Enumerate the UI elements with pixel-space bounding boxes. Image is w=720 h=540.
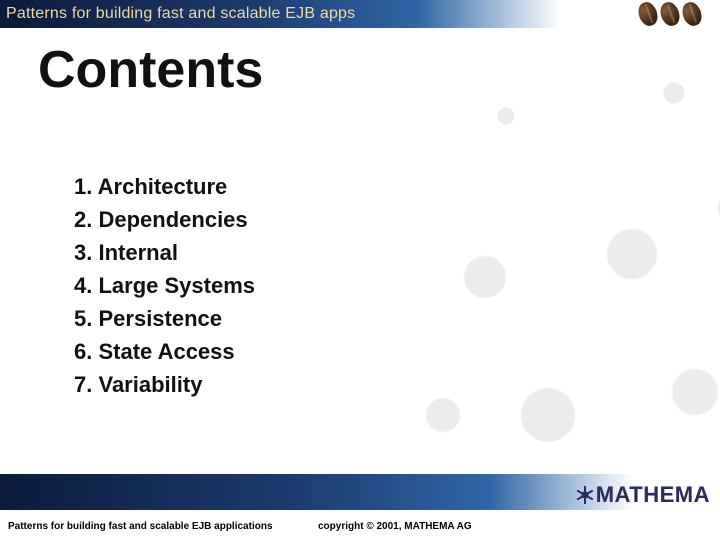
toc-label: State Access [98, 339, 234, 364]
toc-number: 5. [74, 306, 92, 331]
toc-number: 4. [74, 273, 92, 298]
toc-number: 7. [74, 372, 92, 397]
toc-label: Variability [98, 372, 202, 397]
toc-label: Dependencies [98, 207, 247, 232]
toc-item: 5. Persistence [74, 302, 255, 335]
background-art [380, 24, 720, 484]
logo-burst-icon [576, 486, 594, 504]
toc-label: Persistence [98, 306, 222, 331]
toc-number: 2. [74, 207, 92, 232]
toc-number: 6. [74, 339, 92, 364]
table-of-contents: 1. Architecture 2. Dependencies 3. Inter… [74, 170, 255, 401]
toc-item: 2. Dependencies [74, 203, 255, 236]
header-title: Patterns for building fast and scalable … [0, 5, 355, 23]
page-title: Contents [38, 40, 263, 100]
toc-item: 7. Variability [74, 368, 255, 401]
toc-label: Large Systems [98, 273, 255, 298]
footer-logo: MATHEMA [576, 482, 710, 508]
slide: Patterns for building fast and scalable … [0, 0, 720, 540]
footer-copyright: copyright © 2001, MATHEMA AG [318, 521, 472, 532]
footer-logo-text: MATHEMA [596, 482, 710, 507]
footer-left-text: Patterns for building fast and scalable … [8, 521, 273, 532]
toc-number: 3. [74, 240, 92, 265]
toc-item: 4. Large Systems [74, 269, 255, 302]
toc-item: 1. Architecture [74, 170, 255, 203]
toc-item: 6. State Access [74, 335, 255, 368]
toc-label: Internal [98, 240, 177, 265]
toc-item: 3. Internal [74, 236, 255, 269]
toc-label: Architecture [98, 174, 228, 199]
toc-number: 1. [74, 174, 92, 199]
